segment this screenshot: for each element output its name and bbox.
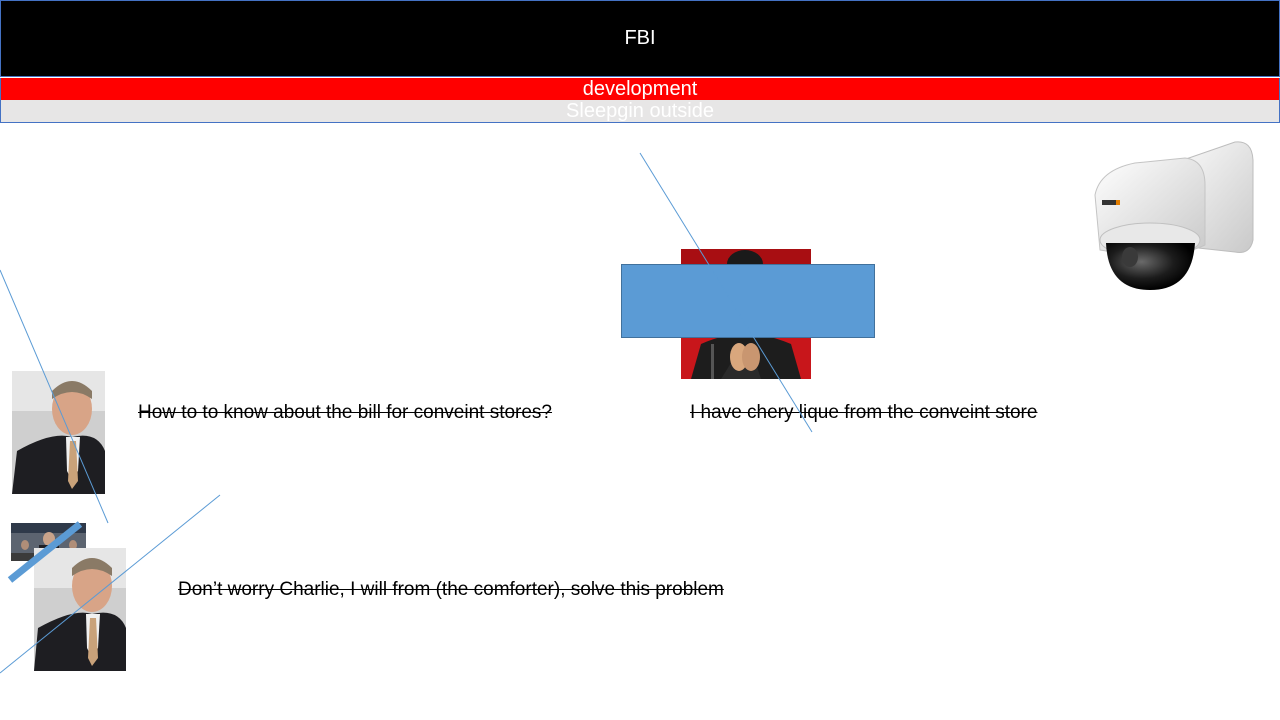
title-bar: FBI xyxy=(0,0,1280,77)
blue-rectangle-shape xyxy=(621,264,875,338)
sleeping-banner: Sleepgin outside xyxy=(0,100,1280,123)
reply-caption: Don’t worry Charlie, I will from (the co… xyxy=(178,579,724,600)
man-photo-top xyxy=(12,371,105,494)
question-caption: How to to know about the bill for convei… xyxy=(138,402,553,423)
man-selfie-image xyxy=(12,371,105,494)
development-banner: development xyxy=(0,78,1280,100)
man-photo-bottom xyxy=(34,548,126,671)
page-title: FBI xyxy=(624,27,656,49)
man-selfie-image-2 xyxy=(34,548,126,671)
answer-caption: I have chery lique from the conveint sto… xyxy=(690,402,1038,423)
